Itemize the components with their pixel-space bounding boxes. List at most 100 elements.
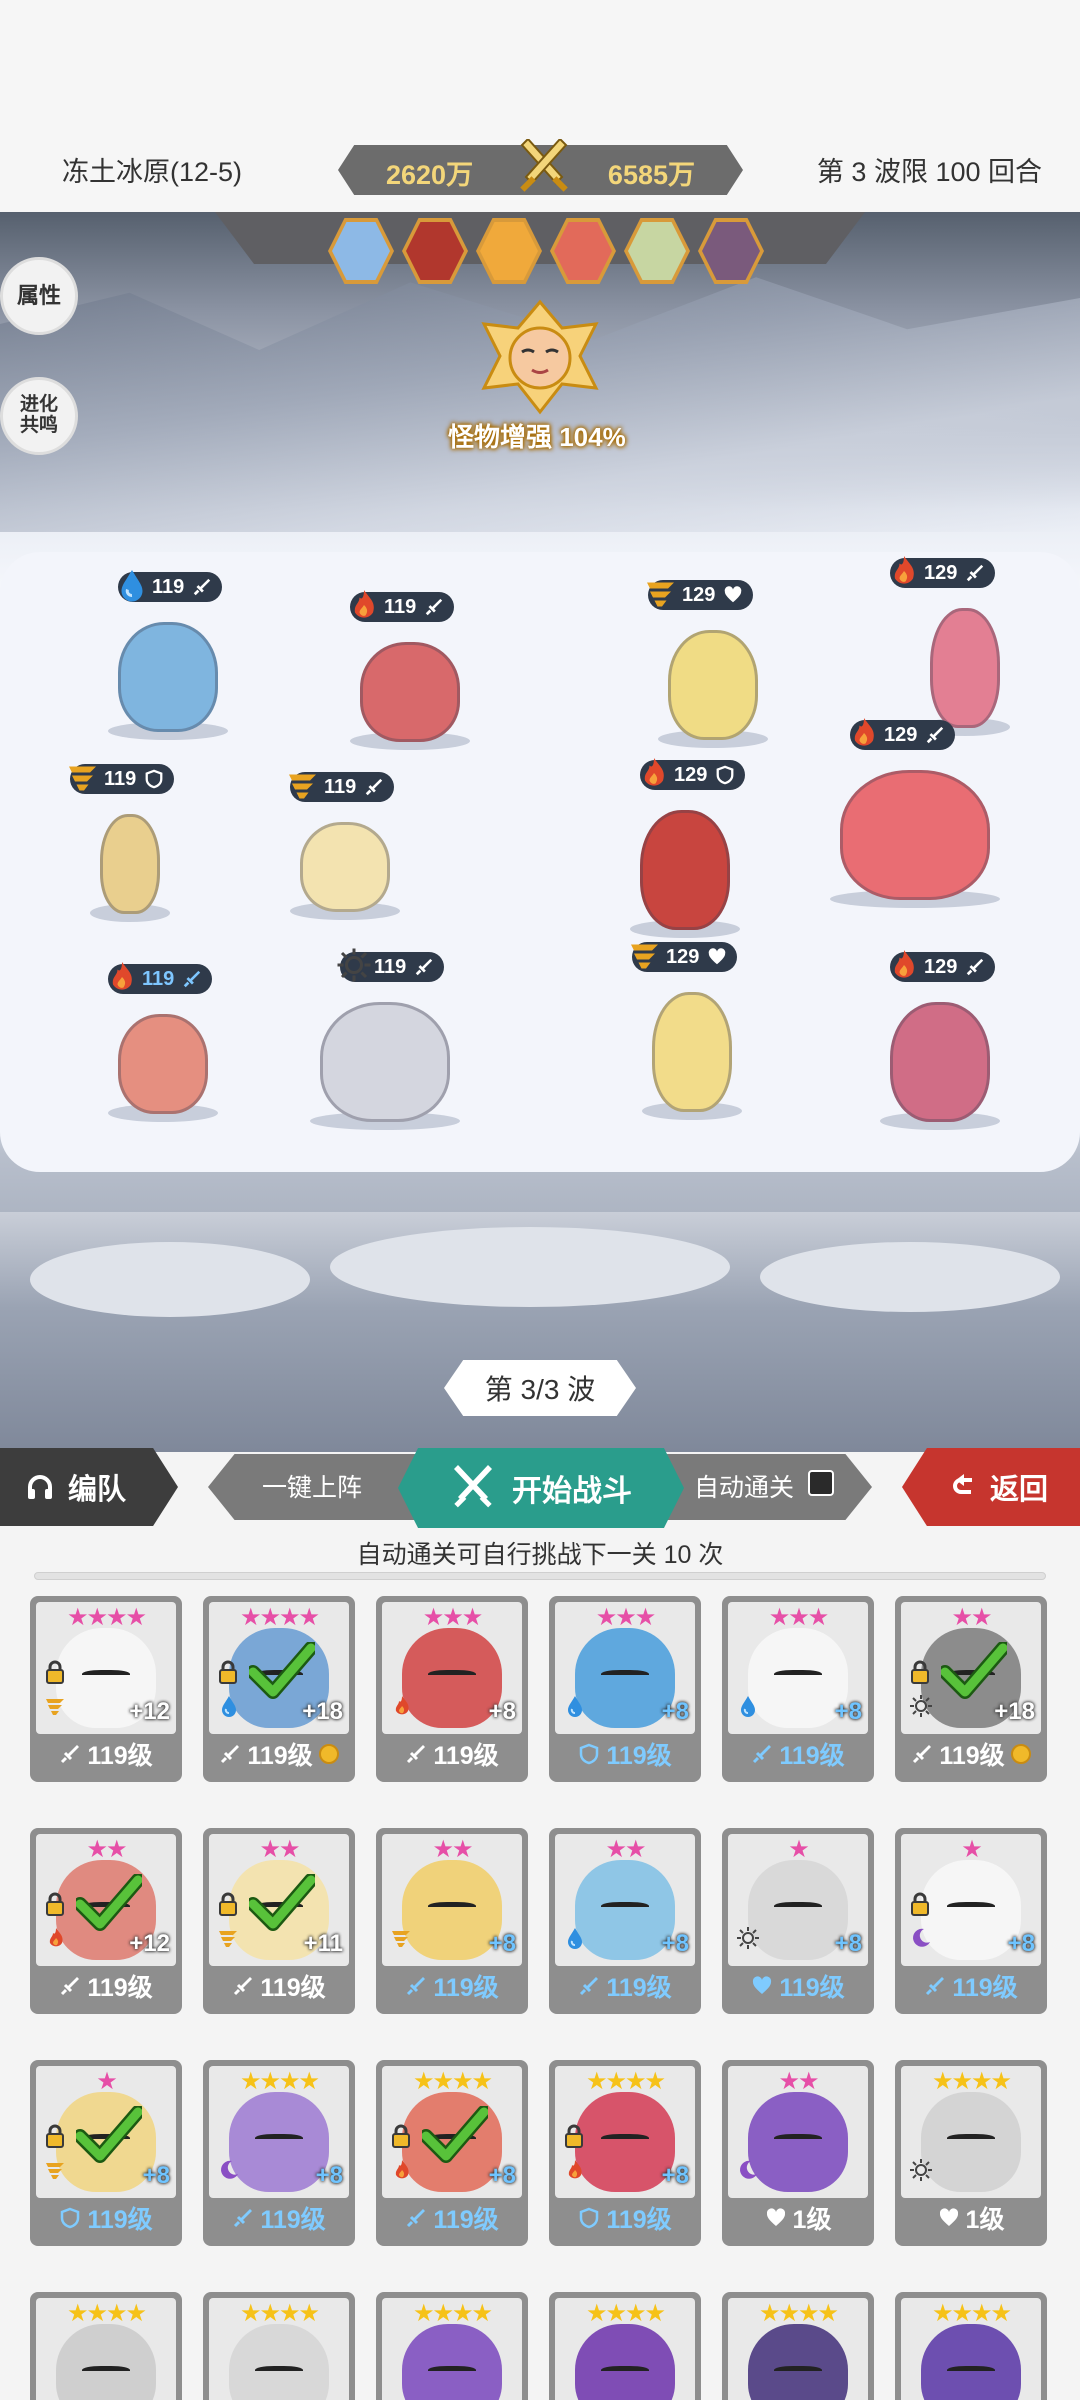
fire-element-icon [568,2160,582,2179]
dark-element-icon [740,2160,757,2179]
hero-card[interactable]: ★★ +18 119级 [895,1596,1047,1782]
star-rating: ★★★★ [412,2300,493,2327]
hero-portrait: ★★ +18 [901,1602,1041,1734]
shield-role-icon [580,2207,599,2229]
star-rating: ★★★★ [66,1604,147,1631]
hero-eyes [601,2366,649,2376]
enhance-level: +8 [834,1930,862,1957]
hero-card[interactable]: ★★★★ 1级 [895,2060,1047,2246]
hero-portrait: ★★★★ +18 [209,1602,349,1734]
hero-card[interactable]: ★★★ +8 119级 [376,1596,528,1782]
hero-level: 1级 [965,2206,1005,2234]
sword-role-icon [967,958,984,976]
wave-limit: 第 3 波限 100 回合 [816,157,1042,187]
hero-portrait: ★★★★ [555,2298,695,2400]
hero-level-bar: 119级 [901,1734,1041,1774]
hero-level-bar: 1级 [728,2198,868,2238]
hero-card[interactable]: ★★★★ +18 119级 [203,1596,355,1782]
unit-level: 129 [924,561,958,584]
wind-element-icon [69,766,96,791]
evolution-resonance-button[interactable]: 进化 共鸣 [0,377,78,455]
sword-role-icon [366,778,383,796]
hero-card[interactable]: ★★★ +8 119级 [722,1596,874,1782]
hero-card[interactable]: ★★ +11 119级 [203,1828,355,2014]
hero-portrait: ★ +8 [901,1834,1041,1966]
enemy-portrait[interactable] [698,218,764,284]
hero-card[interactable]: ★★★★ [203,2292,355,2400]
back-button[interactable]: 返回 [902,1448,1080,1526]
hero-card[interactable]: ★★★★ +8 119级 [203,2060,355,2246]
start-battle-button[interactable]: 开始战斗 [398,1448,684,1528]
hero-card[interactable]: ★★ 1级 [722,2060,874,2246]
back-label: 返回 [989,1474,1048,1506]
enhance-level: +11 [303,1930,343,1957]
unit-level: 119 [324,775,357,798]
unit-level-tag: 129 [850,718,956,750]
sword-role-icon [194,578,211,596]
hero-level: 119级 [433,2206,499,2234]
hero-level-bar: 119级 [209,1966,349,2006]
enemy-portrait[interactable] [624,218,690,284]
hero-portrait: ★★★ +8 [728,1602,868,1734]
team-button[interactable]: 编队 [0,1448,178,1526]
enemy-portrait[interactable] [476,218,542,284]
hero-card[interactable]: ★★★★ +8 119级 [376,2060,528,2246]
enemy-portrait[interactable] [550,218,616,284]
hero-card[interactable]: ★★★★ [549,2292,701,2400]
enhance-level: +8 [834,1698,862,1725]
fire-element-icon [854,718,874,746]
hero-card[interactable]: ★★ +12 119级 [30,1828,182,2014]
hero-card[interactable]: ★★ +8 119级 [549,1828,701,2014]
one-click-deploy-button[interactable]: 一键上阵 [262,1468,362,1504]
unit-level-tag: 129 [890,950,996,982]
star-rating: ★★★★ [931,2300,1012,2327]
hero-card[interactable]: ★★★★ +8 119级 [549,2060,701,2246]
unit-sprite [100,814,160,914]
unit-level: 129 [884,723,918,746]
hero-level: 1级 [792,2206,832,2234]
hero-card[interactable]: ★★★★ [895,2292,1047,2400]
hero-level: 119级 [433,1742,499,1770]
unit-sprite [840,770,990,900]
enemy-portrait[interactable] [328,218,394,284]
hero-card[interactable]: ★★★★ [722,2292,874,2400]
hero-card[interactable]: ★★★★ [376,2292,528,2400]
sword-role-icon [221,1745,240,1764]
star-rating: ★★★★ [931,2068,1012,2095]
enemy-power: 6585万 [607,160,695,190]
enhance-level: +18 [302,1698,343,1725]
water-element-icon [741,1696,755,1717]
hero-level-bar: 119级 [901,1966,1041,2006]
enemy-portrait[interactable] [402,218,468,284]
start-battle-label: 开始战斗 [512,1475,632,1508]
hero-card[interactable]: ★ +8 119级 [722,1828,874,2014]
hero-eyes [82,2366,130,2376]
star-rating: ★★ [605,1836,646,1863]
hero-portrait: ★★★★ +8 [209,2066,349,2198]
hero-card[interactable]: ★★★★ +12 119级 [30,1596,182,1782]
star-rating: ★★★★ [239,2300,320,2327]
hero-card[interactable]: ★ +8 119级 [895,1828,1047,2014]
coin-icon [1010,1744,1031,1764]
hero-portrait: ★★ +12 [36,1834,176,1966]
hero-level: 119级 [952,1974,1018,2002]
sword-role-icon [426,598,443,616]
sword-role-icon [967,564,984,582]
auto-clear-checkbox[interactable] [808,1470,834,1496]
unit-level-tag: 119 [108,962,213,994]
hero-card[interactable]: ★★★ +8 119级 [549,1596,701,1782]
hero-level-bar: 119级 [36,2198,176,2238]
selected-check-icon [249,1642,315,1699]
unit-level-tag: 119 [69,764,175,794]
hero-card[interactable]: ★★ +8 119级 [376,1828,528,2014]
unit-sprite [930,608,1000,728]
enhance-level: +8 [661,1930,689,1957]
hero-card[interactable]: ★ +8 119级 [30,2060,182,2246]
star-rating: ★★★★ [585,2068,666,2095]
unit-sprite [118,622,218,732]
hero-level-bar: 119级 [209,2198,349,2238]
hero-card[interactable]: ★★★★ [30,2292,182,2400]
lock-icon [46,1660,64,1684]
hero-level: 119级 [939,1742,1005,1770]
attributes-button[interactable]: 属性 [0,257,78,335]
